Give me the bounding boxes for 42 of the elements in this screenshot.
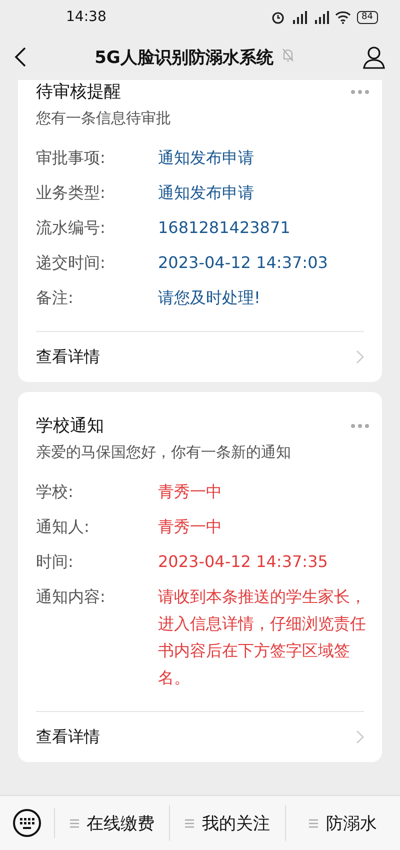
field-value: 青秀一中 — [158, 481, 223, 503]
card-subtitle: 亲爱的马保国您好，你有一条新的通知 — [36, 443, 292, 462]
field-label: 通知内容: — [36, 586, 106, 608]
field-label: 审批事项: — [36, 147, 106, 169]
field-value: 1681281423871 — [158, 217, 292, 239]
field-label: 时间: — [36, 551, 74, 573]
field-value: 请收到本条推送的学生家长，进入信息详情，仔细浏览责任书内容后在下方签字区域签名。 — [158, 586, 367, 689]
view-details-link[interactable]: 查看详情 — [36, 726, 100, 748]
chevron-right-icon — [356, 730, 364, 744]
chat-title: 5G人脸识别防溺水系统 — [94, 46, 274, 68]
card-title: 学校通知 — [36, 415, 105, 437]
alarm-icon — [270, 10, 285, 24]
menu-lines-icon — [184, 818, 194, 828]
field-label: 业务类型: — [36, 182, 106, 204]
menu-item[interactable]: 我的关注 — [170, 805, 286, 841]
wifi-icon — [334, 10, 351, 24]
field-value: 2023-04-12 14:37:35 — [158, 551, 329, 573]
field-value: 2023-04-12 14:37:03 — [158, 252, 329, 274]
person-icon[interactable] — [362, 45, 386, 69]
chevron-right-icon — [356, 350, 364, 364]
signal-icon — [312, 10, 329, 24]
clock: 14:38 — [66, 9, 108, 25]
field-label: 学校: — [36, 481, 74, 503]
keyboard-icon[interactable] — [12, 808, 42, 838]
field-label: 递交时间: — [36, 252, 106, 274]
card-subtitle: 您有一条信息待审批 — [36, 109, 172, 128]
menu-item[interactable]: 在线缴费 — [55, 805, 170, 841]
field-value: 通知发布申请 — [158, 182, 255, 204]
view-details-link[interactable]: 查看详情 — [36, 346, 100, 368]
back-icon[interactable] — [14, 46, 28, 68]
menu-lines-icon — [308, 818, 318, 828]
battery-icon: 84 — [356, 10, 378, 24]
menu-lines-icon — [70, 818, 79, 828]
field-label: 备注: — [36, 287, 74, 309]
field-label: 通知人: — [36, 516, 90, 538]
field-value: 请您及时处理! — [158, 287, 262, 309]
field-value: 青秀一中 — [158, 516, 223, 538]
field-label: 流水编号: — [36, 217, 106, 239]
signal-icon — [290, 10, 307, 24]
menu-item[interactable]: 防溺水 — [286, 805, 400, 841]
field-value: 通知发布申请 — [158, 147, 255, 169]
card-title: 待审核提醒 — [36, 81, 122, 103]
